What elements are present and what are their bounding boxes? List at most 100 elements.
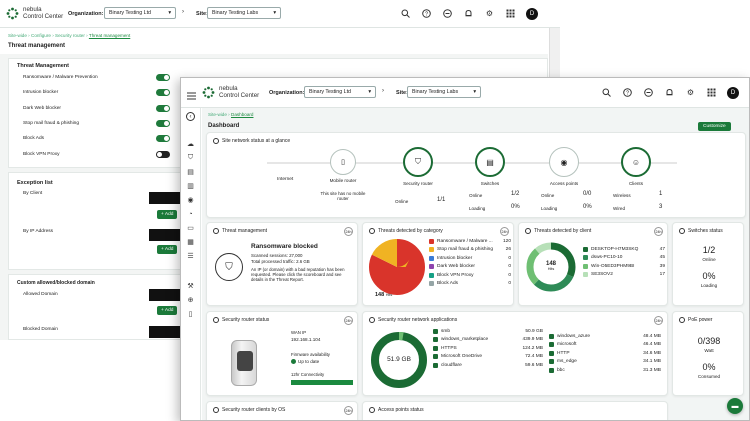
net-apps-title: Security router network applications — [378, 317, 458, 323]
chevron-down-icon: ▾ — [368, 89, 371, 95]
threat-mgmt-card: Threat management 24h ⛉ Ransomware block… — [206, 222, 358, 306]
legend-item: smb 50.9 GB — [433, 327, 543, 336]
cloud-icon[interactable]: ☁ — [186, 139, 196, 149]
switches-node[interactable]: ▤ — [475, 147, 505, 177]
wifi-icon[interactable]: ◉ — [186, 195, 196, 205]
poe-title-row: PoE power — [679, 317, 712, 323]
access-points-node[interactable]: ◉ — [549, 147, 579, 177]
site-select[interactable]: Binary Testing Labs ▾ — [207, 7, 281, 19]
wrench-icon[interactable]: ⚒ — [186, 281, 196, 291]
list-icon[interactable]: ☰ — [186, 251, 196, 261]
document-icon[interactable]: ▯ — [186, 309, 196, 319]
timeframe-badge[interactable]: 24h — [654, 316, 663, 325]
search-icon[interactable] — [400, 8, 411, 19]
crumb-site-wide[interactable]: Site-wide — [8, 33, 27, 38]
chart-icon[interactable]: ◔ — [186, 209, 196, 219]
site-select[interactable]: Binary Testing Labs ▾ — [407, 86, 481, 98]
crumb-security-router[interactable]: Security router — [55, 33, 85, 38]
legend-label: microsoft — [557, 342, 577, 348]
legend-swatch — [583, 246, 588, 252]
avatar[interactable]: D — [727, 87, 739, 99]
toggle-row: Intrusion blocker — [23, 89, 173, 97]
customize-button[interactable]: Customize — [698, 122, 731, 131]
bell-icon[interactable] — [664, 87, 675, 98]
avatar[interactable]: D — [526, 8, 538, 20]
timeframe-badge[interactable]: 24h — [344, 406, 353, 415]
toggle-switch[interactable] — [156, 135, 170, 143]
toggle-label: Dark Web blocker — [23, 105, 62, 111]
monitor-icon[interactable]: ▭ — [186, 223, 196, 233]
chevron-right-icon[interactable]: › — [382, 88, 384, 94]
back-arrow-icon[interactable]: ‹ — [186, 112, 195, 121]
globe-icon[interactable]: ⊕ — [186, 295, 196, 305]
add-allowed-button[interactable]: + Add — [157, 306, 178, 315]
org-select[interactable]: Binary Testing Ltd ▾ — [104, 7, 176, 19]
help-icon[interactable]: ? — [421, 8, 432, 19]
org-select[interactable]: Binary Testing Ltd ▾ — [304, 86, 376, 98]
apps-icon[interactable] — [706, 87, 717, 98]
toggle-switch[interactable] — [156, 74, 170, 81]
add-client-button[interactable]: + Add — [157, 210, 178, 219]
chevron-down-icon: ▾ — [168, 10, 171, 16]
toggle-switch[interactable] — [156, 89, 170, 97]
legend-value: 439.9 MB — [522, 337, 543, 343]
chevron-right-icon[interactable]: › — [182, 9, 184, 15]
legend-value: 39 — [659, 263, 665, 269]
timeframe-badge[interactable]: 24h — [344, 316, 353, 325]
clients-wired-label: Wired — [613, 206, 625, 211]
apps-icon[interactable] — [505, 8, 516, 19]
legend-swatch — [433, 362, 438, 368]
crumb-dashboard[interactable]: Dashboard — [231, 112, 253, 117]
switch-icon[interactable]: ▥ — [186, 181, 196, 191]
add-ip-button[interactable]: + Add — [157, 245, 178, 254]
front-header: nebula Control Center Organization: Binar… — [181, 78, 749, 108]
timeframe-badge[interactable]: 24h — [500, 227, 509, 236]
legend-swatch — [433, 345, 438, 351]
legend-swatch — [433, 328, 438, 334]
legend-label: Dark Web blocker — [437, 264, 476, 270]
access-points-loading-label: Loading — [541, 206, 558, 211]
legend-value: 120 — [502, 238, 511, 244]
threats-client-title: Threats detected by client — [534, 228, 592, 234]
shield-icon[interactable]: ⛉ — [186, 153, 196, 163]
crumb-threat-management[interactable]: Threat management — [89, 33, 130, 38]
gear-icon[interactable]: ⚙ — [685, 87, 696, 98]
org-select-value: Binary Testing Ltd — [109, 10, 152, 16]
clients-node[interactable]: ☺ — [621, 147, 651, 177]
legend-item: Microsoft OneDrive 72.4 MB — [433, 353, 543, 362]
threats-category-card: Threats detected by category 24h 148 Hit… — [362, 222, 514, 306]
more-icon[interactable] — [643, 87, 654, 98]
crumb-configure[interactable]: Configure — [31, 33, 51, 38]
router-icon[interactable]: ▤ — [186, 167, 196, 177]
bell-icon[interactable] — [463, 8, 474, 19]
toggle-switch[interactable] — [156, 150, 170, 158]
timeframe-badge[interactable]: 24h — [654, 227, 663, 236]
front-breadcrumb: Site-wide › Dashboard — [208, 112, 254, 117]
legend-label: Block Ads — [437, 281, 459, 287]
switches-loading-label: Loading — [700, 283, 718, 288]
toggle-switch[interactable] — [156, 119, 170, 127]
back-header: nebula Control Center Organization: Binar… — [0, 0, 560, 28]
calendar-icon[interactable]: ▦ — [186, 237, 196, 247]
legend-value: 124.2 MB — [522, 345, 543, 351]
chat-icon[interactable]: ▬ — [727, 398, 743, 414]
menu-icon[interactable] — [187, 87, 196, 105]
toggle-label: Intrusion blocker — [23, 90, 59, 96]
search-icon[interactable] — [601, 87, 612, 98]
threats-client-unit: Hits — [547, 267, 555, 271]
legend-value: 45 — [659, 255, 665, 261]
ap-status-title: Access points status — [378, 407, 424, 413]
security-router-node[interactable]: ⛉ — [403, 147, 433, 177]
help-icon[interactable]: ? — [622, 87, 633, 98]
crumb-site-wide[interactable]: Site-wide — [208, 112, 227, 117]
switches-online-label: Online — [469, 193, 483, 198]
timeframe-badge[interactable]: 24h — [344, 227, 353, 236]
more-icon[interactable] — [442, 8, 453, 19]
legend-label: Stop mail fraud & phishing — [437, 247, 493, 253]
threats-category-title-row: Threats detected by category — [369, 228, 443, 234]
legend-item: HTTP 34.6 MB — [549, 349, 661, 358]
toggle-switch[interactable] — [156, 104, 170, 112]
legend-label: dsws-PC10-10 — [591, 255, 623, 261]
gear-icon[interactable]: ⚙ — [484, 8, 495, 19]
mobile-router-node[interactable]: ▯ — [330, 149, 356, 175]
